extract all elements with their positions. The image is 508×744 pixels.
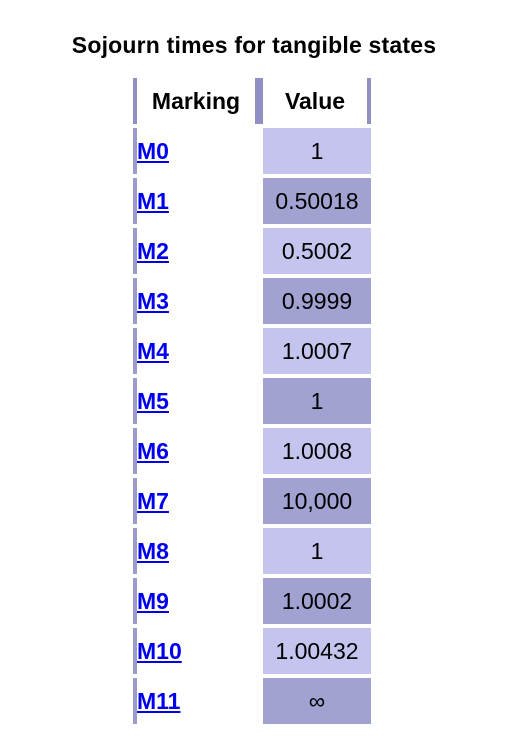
page: Sojourn times for tangible states Markin… xyxy=(0,0,508,744)
marking-cell: M7 xyxy=(133,478,259,524)
table-row: M6 1.0008 xyxy=(133,428,371,474)
table-row: M11 ∞ xyxy=(133,678,371,724)
table-row: M9 1.0002 xyxy=(133,578,371,624)
marking-link-m1[interactable]: M1 xyxy=(137,188,169,214)
marking-cell: M2 xyxy=(133,228,259,274)
value-cell: 1.0008 xyxy=(259,428,371,474)
value-cell: 1 xyxy=(259,378,371,424)
marking-cell: M0 xyxy=(133,128,259,174)
table-row: M7 10,000 xyxy=(133,478,371,524)
value-cell: 10,000 xyxy=(259,478,371,524)
value-column-header: Value xyxy=(259,78,371,124)
table-row: M8 1 xyxy=(133,528,371,574)
value-cell: 1.00432 xyxy=(259,628,371,674)
marking-cell: M6 xyxy=(133,428,259,474)
marking-link-m5[interactable]: M5 xyxy=(137,388,169,414)
marking-link-m11[interactable]: M11 xyxy=(137,688,180,714)
table-row: M5 1 xyxy=(133,378,371,424)
value-cell: 1.0007 xyxy=(259,328,371,374)
marking-cell: M9 xyxy=(133,578,259,624)
marking-cell: M10 xyxy=(133,628,259,674)
sojourn-times-table: Marking Value M0 1 M1 0.50018 M2 0.5002 … xyxy=(133,74,371,728)
marking-link-m10[interactable]: M10 xyxy=(137,638,182,664)
marking-link-m7[interactable]: M7 xyxy=(137,488,169,514)
marking-link-m2[interactable]: M2 xyxy=(137,238,169,264)
table-row: M3 0.9999 xyxy=(133,278,371,324)
marking-cell: M4 xyxy=(133,328,259,374)
marking-column-header: Marking xyxy=(133,78,259,124)
value-cell: 0.50018 xyxy=(259,178,371,224)
marking-cell: M8 xyxy=(133,528,259,574)
marking-link-m4[interactable]: M4 xyxy=(137,338,169,364)
table-row: M2 0.5002 xyxy=(133,228,371,274)
marking-cell: M5 xyxy=(133,378,259,424)
marking-link-m3[interactable]: M3 xyxy=(137,288,169,314)
marking-cell: M11 xyxy=(133,678,259,724)
marking-cell: M1 xyxy=(133,178,259,224)
marking-link-m9[interactable]: M9 xyxy=(137,588,169,614)
table-row: M0 1 xyxy=(133,128,371,174)
page-title: Sojourn times for tangible states xyxy=(71,32,437,58)
table-header-row: Marking Value xyxy=(133,78,371,124)
value-cell: ∞ xyxy=(259,678,371,724)
marking-link-m0[interactable]: M0 xyxy=(137,138,169,164)
table-row: M1 0.50018 xyxy=(133,178,371,224)
value-cell: 1 xyxy=(259,128,371,174)
marking-link-m6[interactable]: M6 xyxy=(137,438,169,464)
value-cell: 1.0002 xyxy=(259,578,371,624)
marking-cell: M3 xyxy=(133,278,259,324)
table-row: M4 1.0007 xyxy=(133,328,371,374)
table-row: M10 1.00432 xyxy=(133,628,371,674)
value-cell: 0.9999 xyxy=(259,278,371,324)
value-cell: 1 xyxy=(259,528,371,574)
value-cell: 0.5002 xyxy=(259,228,371,274)
marking-link-m8[interactable]: M8 xyxy=(137,538,169,564)
